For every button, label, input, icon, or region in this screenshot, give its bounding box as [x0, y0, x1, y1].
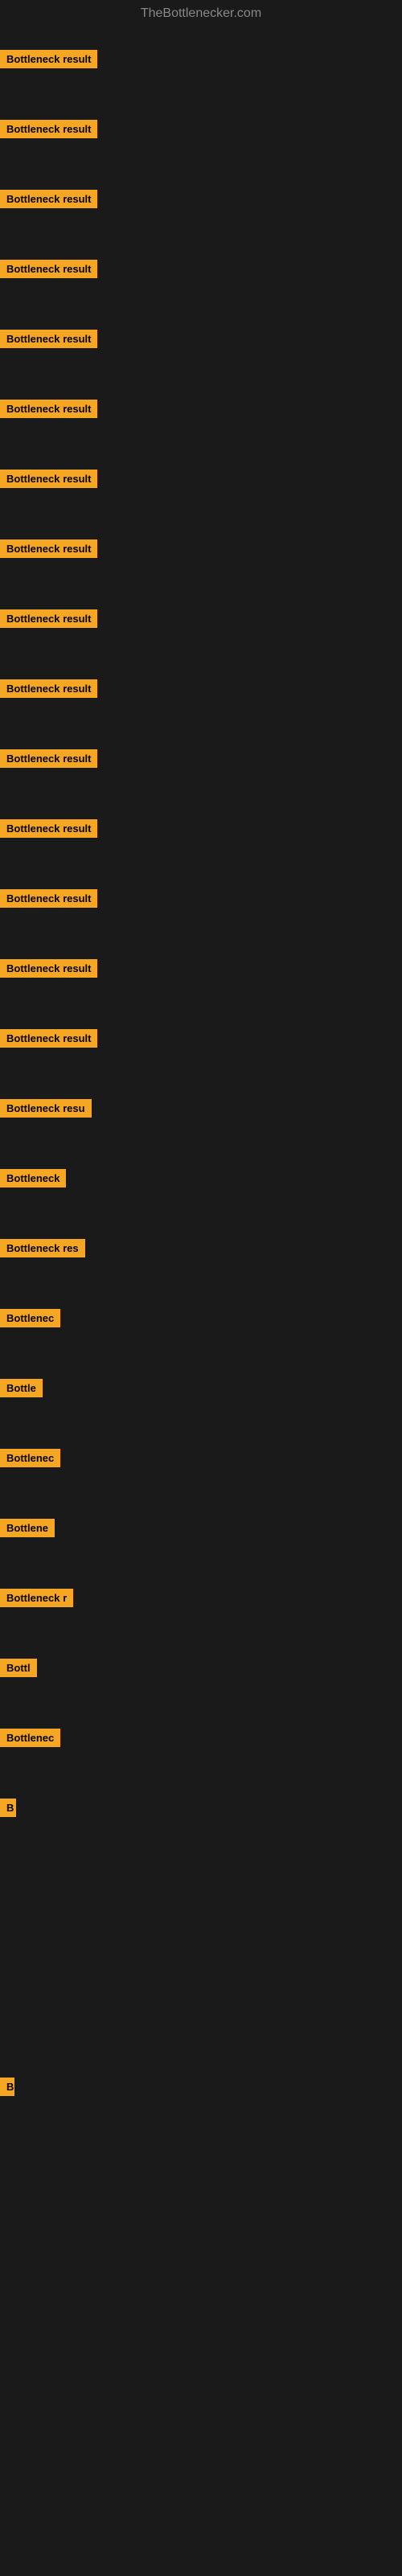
bottleneck-result-item: Bottleneck: [0, 1169, 66, 1192]
bottleneck-result-item: Bottleneck result: [0, 120, 97, 142]
bottleneck-badge[interactable]: Bottleneck result: [0, 539, 97, 558]
bottleneck-badge[interactable]: Bottleneck result: [0, 819, 97, 838]
bottleneck-badge[interactable]: Bottleneck result: [0, 609, 97, 628]
bottleneck-result-item: Bottleneck r: [0, 1589, 73, 1611]
bottleneck-badge[interactable]: Bottleneck result: [0, 260, 97, 278]
bottleneck-badge[interactable]: Bottleneck result: [0, 330, 97, 348]
bottleneck-result-item: Bottlenec: [0, 1729, 60, 1751]
bottleneck-badge[interactable]: Bottleneck result: [0, 190, 97, 208]
bottleneck-badge[interactable]: B: [0, 1799, 16, 1817]
bottleneck-result-item: Bottleneck result: [0, 400, 97, 422]
bottleneck-result-item: Bottleneck result: [0, 539, 97, 562]
bottleneck-badge[interactable]: Bottlenec: [0, 1449, 60, 1467]
bottleneck-badge[interactable]: Bottleneck r: [0, 1589, 73, 1607]
bottleneck-result-item: Bottleneck result: [0, 749, 97, 772]
bottleneck-badge[interactable]: Bottleneck result: [0, 679, 97, 698]
bottleneck-result-item: Bottleneck result: [0, 609, 97, 632]
bottleneck-badge[interactable]: B: [0, 2078, 14, 2096]
bottleneck-result-item: Bottleneck res: [0, 1239, 85, 1261]
bottleneck-result-item: Bottleneck result: [0, 50, 97, 72]
bottleneck-badge[interactable]: Bottleneck result: [0, 120, 97, 138]
bottleneck-result-item: Bottleneck result: [0, 819, 97, 842]
bottleneck-result-item: Bottleneck result: [0, 260, 97, 282]
bottleneck-badge[interactable]: Bottleneck resu: [0, 1099, 92, 1118]
bottleneck-badge[interactable]: Bottlenec: [0, 1309, 60, 1327]
bottleneck-result-item: Bottleneck result: [0, 889, 97, 912]
bottleneck-badge[interactable]: Bottleneck result: [0, 959, 97, 978]
bottleneck-badge[interactable]: Bottleneck res: [0, 1239, 85, 1257]
bottleneck-badge[interactable]: Bottlenec: [0, 1729, 60, 1747]
bottleneck-result-item: Bottle: [0, 1379, 43, 1401]
bottleneck-result-item: Bottlene: [0, 1519, 55, 1541]
bottleneck-result-item: B: [0, 1799, 16, 1821]
bottleneck-badge[interactable]: Bottlene: [0, 1519, 55, 1537]
bottleneck-badge[interactable]: Bottl: [0, 1659, 37, 1677]
bottleneck-result-item: Bottlenec: [0, 1449, 60, 1471]
bottleneck-badge[interactable]: Bottleneck: [0, 1169, 66, 1188]
bottleneck-result-item: Bottleneck result: [0, 330, 97, 352]
bottleneck-badge[interactable]: Bottle: [0, 1379, 43, 1397]
bottleneck-badge[interactable]: Bottleneck result: [0, 470, 97, 488]
bottleneck-badge[interactable]: Bottleneck result: [0, 1029, 97, 1048]
bottleneck-result-item: Bottleneck result: [0, 1029, 97, 1052]
bottleneck-badge[interactable]: Bottleneck result: [0, 400, 97, 418]
bottleneck-badge[interactable]: Bottleneck result: [0, 50, 97, 68]
bottleneck-result-item: Bottlenec: [0, 1309, 60, 1331]
bottleneck-result-item: Bottleneck result: [0, 959, 97, 982]
bottleneck-result-item: B: [0, 2078, 14, 2100]
bottleneck-result-item: Bottl: [0, 1659, 37, 1681]
bottleneck-result-item: Bottleneck result: [0, 470, 97, 492]
bottleneck-result-item: Bottleneck resu: [0, 1099, 92, 1122]
bottleneck-badge[interactable]: Bottleneck result: [0, 749, 97, 768]
bottleneck-result-item: Bottleneck result: [0, 190, 97, 212]
bottleneck-badge[interactable]: Bottleneck result: [0, 889, 97, 908]
bottleneck-result-item: Bottleneck result: [0, 679, 97, 702]
site-title: TheBottlenecker.com: [0, 0, 402, 27]
